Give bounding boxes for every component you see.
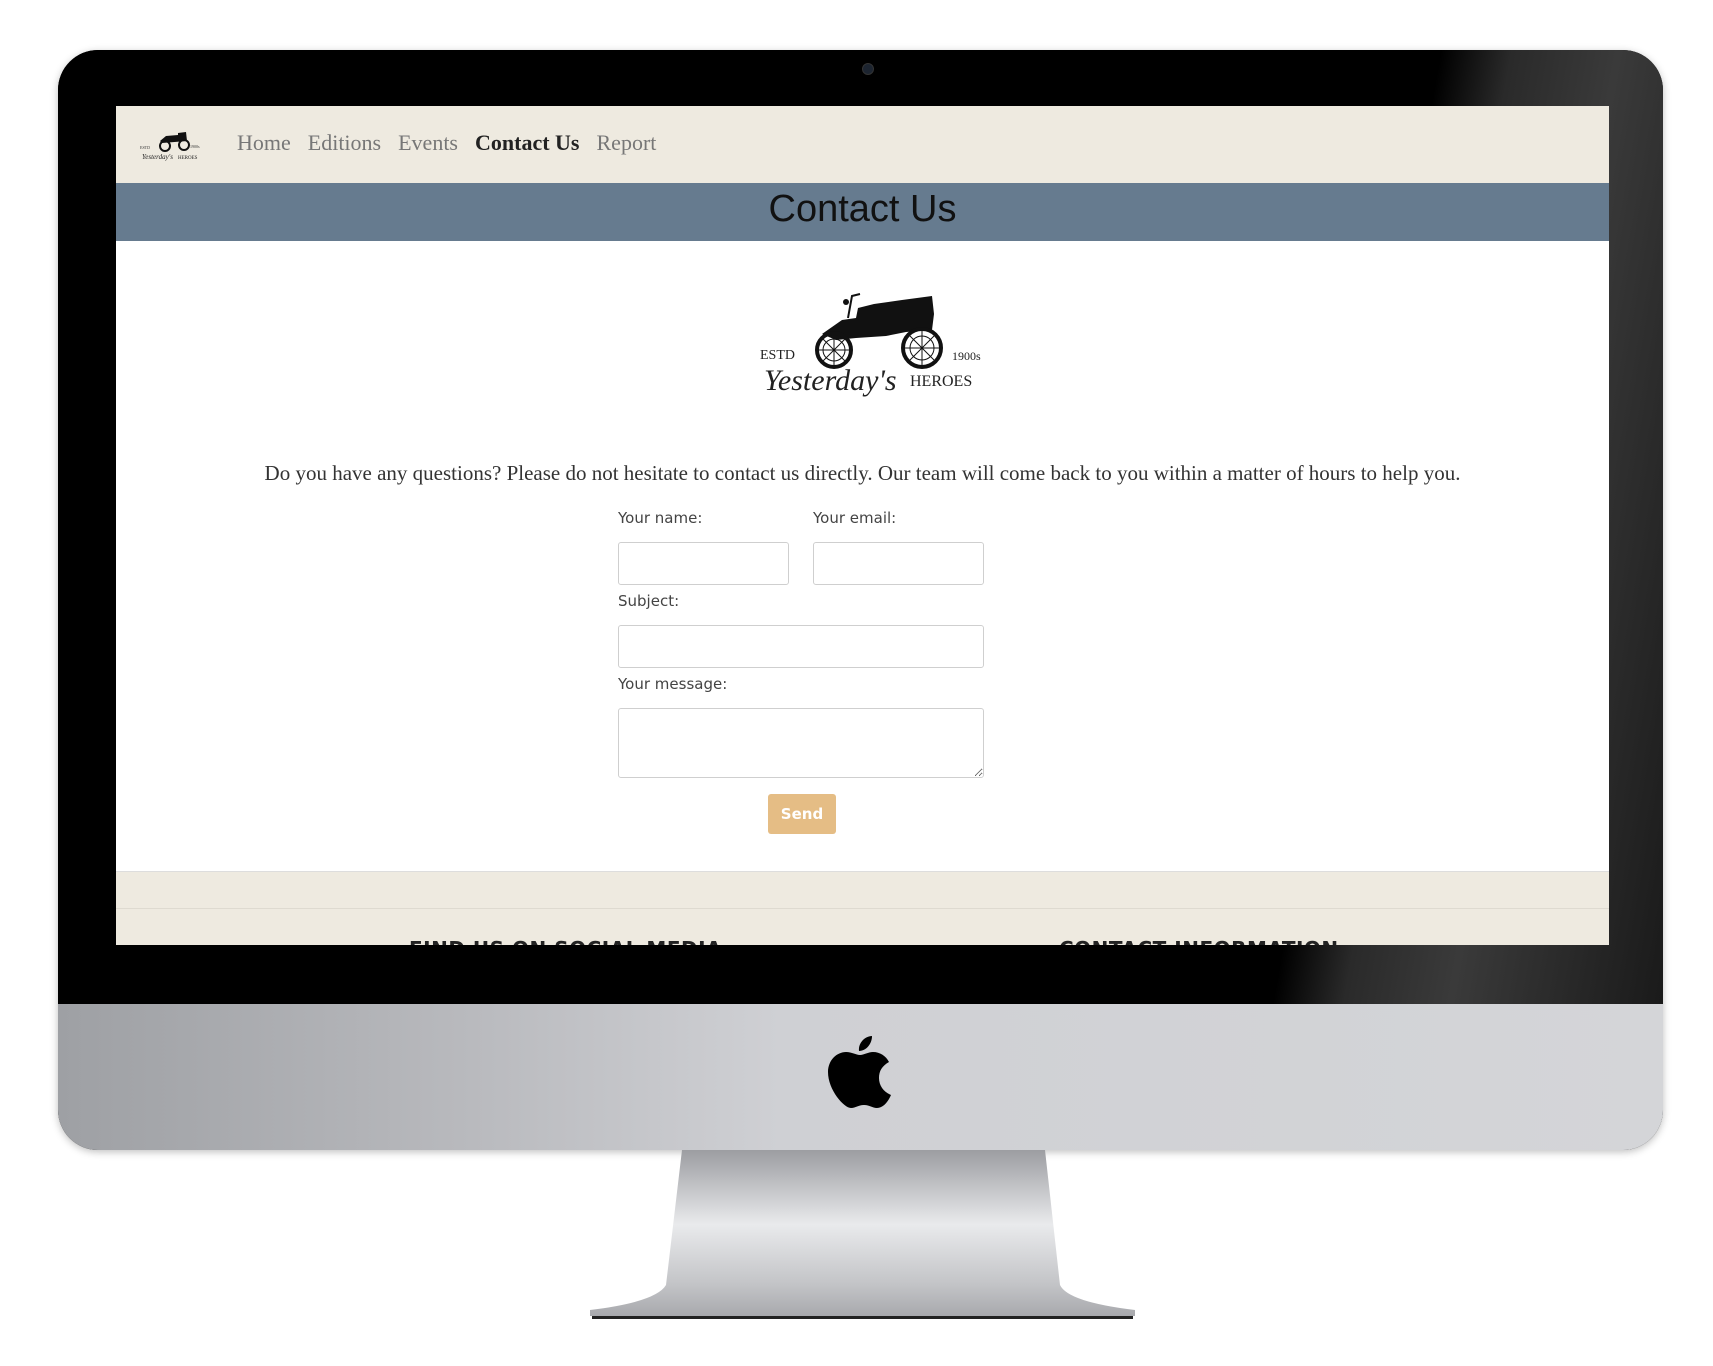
email-input[interactable] [813,542,984,585]
svg-text:Yesterday's: Yesterday's [142,153,173,161]
car-wheel-left [815,331,853,369]
nav-link-editions[interactable]: Editions [308,130,381,156]
site-logo-icon[interactable]: ESTD 1900s Yesterday's HEROES [138,129,202,165]
logo-year: 1900s [952,349,981,363]
nav-link-report[interactable]: Report [597,130,657,156]
subject-label: Subject: [618,592,680,610]
logo-caps: HEROES [910,373,972,390]
footer-social-heading: FIND US ON SOCIAL MEDIA [409,937,722,945]
page-footer: FIND US ON SOCIAL MEDIA CONTACT INFORMAT… [116,871,1609,945]
email-label: Your email: [813,509,897,527]
message-textarea[interactable] [618,708,984,778]
nav-menu: Home Editions Events Contact Us Report [237,130,656,156]
send-button[interactable]: Send [768,794,836,834]
svg-text:HEROES: HEROES [178,156,198,161]
message-label: Your message: [618,675,728,693]
browser-viewport: ESTD 1900s Yesterday's HEROES Home Editi… [116,106,1609,945]
nav-link-home[interactable]: Home [237,130,291,156]
svg-text:ESTD: ESTD [140,145,150,150]
footer-contact-heading: CONTACT INFORMATION [1059,937,1339,945]
name-label: Your name: [618,509,703,527]
page-title: Contact Us [768,188,957,230]
nav-link-contact-us[interactable]: Contact Us [475,130,580,156]
footer-divider [116,908,1609,909]
nav-link-events[interactable]: Events [398,130,458,156]
imac-stand [590,1150,1135,1319]
top-navbar: ESTD 1900s Yesterday's HEROES Home Editi… [116,106,1609,183]
svg-text:1900s: 1900s [190,144,200,149]
car-wheel-right [901,327,943,369]
apple-logo-icon [828,1036,891,1108]
camera-icon [862,63,874,75]
contact-intro-text: Do you have any questions? Please do not… [264,461,1461,485]
subject-input[interactable] [618,625,984,668]
yesterdays-heroes-logo: ESTD 1900s Yesterday's HEROES [760,293,981,397]
logo-script: Yesterday's [764,364,897,397]
name-input[interactable] [618,542,789,585]
logo-estd: ESTD [760,348,795,363]
page-title-banner: Contact Us [116,183,1609,241]
